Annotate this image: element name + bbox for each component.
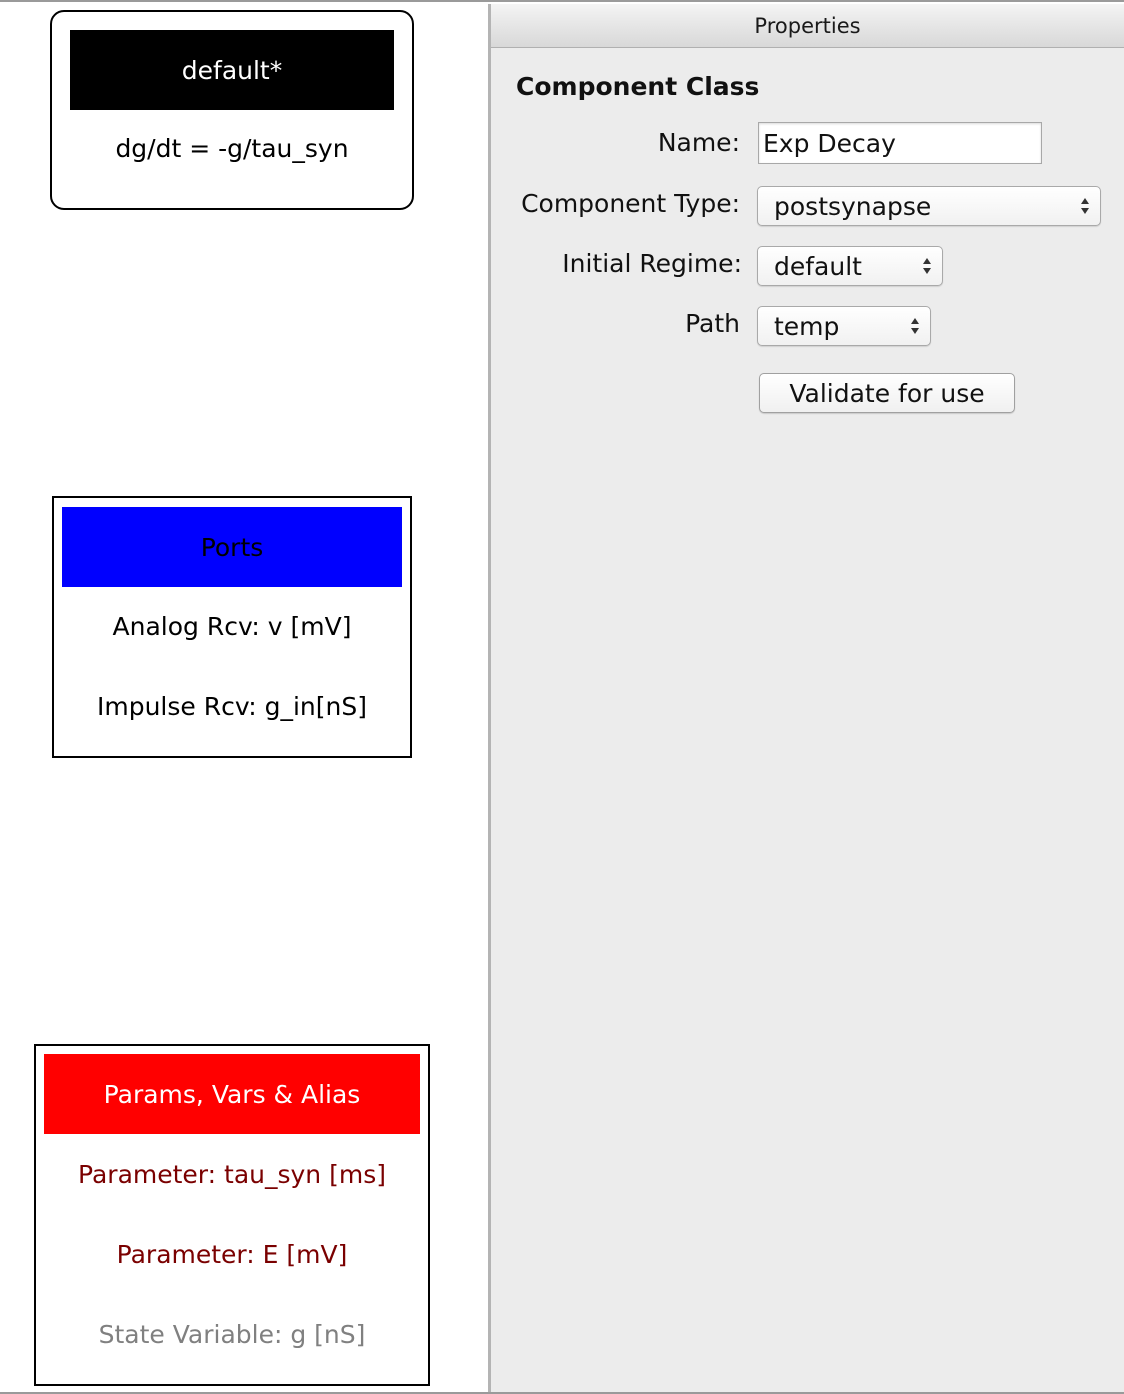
parameter-e[interactable]: Parameter: E [mV]: [36, 1240, 428, 1269]
params-title: Params, Vars & Alias: [44, 1054, 420, 1134]
path-select[interactable]: temp: [757, 306, 931, 346]
initial-regime-value: default: [774, 251, 862, 281]
port-impulse-receive[interactable]: Impulse Rcv: g_in[nS]: [54, 692, 410, 721]
component-type-select[interactable]: postsynapse: [757, 186, 1101, 226]
properties-panel-title: Properties: [491, 4, 1124, 48]
ports-box[interactable]: Ports Analog Rcv: v [mV] Impulse Rcv: g_…: [52, 496, 412, 758]
diagram-canvas[interactable]: default* dg/dt = -g/tau_syn Ports Analog…: [0, 4, 488, 1392]
initial-regime-label: Initial Regime:: [562, 249, 742, 278]
regime-box-default[interactable]: default* dg/dt = -g/tau_syn: [50, 10, 414, 210]
path-value: temp: [774, 311, 840, 341]
port-analog-receive[interactable]: Analog Rcv: v [mV]: [54, 612, 410, 641]
name-label: Name:: [657, 128, 740, 157]
select-arrows-icon: [911, 318, 919, 334]
initial-regime-select[interactable]: default: [757, 246, 943, 286]
ports-title: Ports: [62, 507, 402, 587]
app-window: default* dg/dt = -g/tau_syn Ports Analog…: [0, 0, 1124, 1394]
state-variable-g[interactable]: State Variable: g [nS]: [36, 1320, 428, 1349]
parameter-tau-syn[interactable]: Parameter: tau_syn [ms]: [36, 1160, 428, 1189]
name-field[interactable]: [758, 122, 1042, 164]
path-label: Path: [685, 309, 740, 338]
params-vars-alias-box[interactable]: Params, Vars & Alias Parameter: tau_syn …: [34, 1044, 430, 1386]
select-arrows-icon: [923, 258, 931, 274]
component-type-value: postsynapse: [774, 191, 932, 221]
select-arrows-icon: [1081, 198, 1089, 214]
time-derivative-equation[interactable]: dg/dt = -g/tau_syn: [52, 134, 412, 163]
properties-panel: Properties Component Class Name: Compone…: [491, 4, 1124, 1392]
validate-button[interactable]: Validate for use: [759, 373, 1015, 413]
regime-title: default*: [70, 30, 394, 110]
component-type-label: Component Type:: [521, 189, 740, 218]
section-title: Component Class: [516, 72, 760, 101]
